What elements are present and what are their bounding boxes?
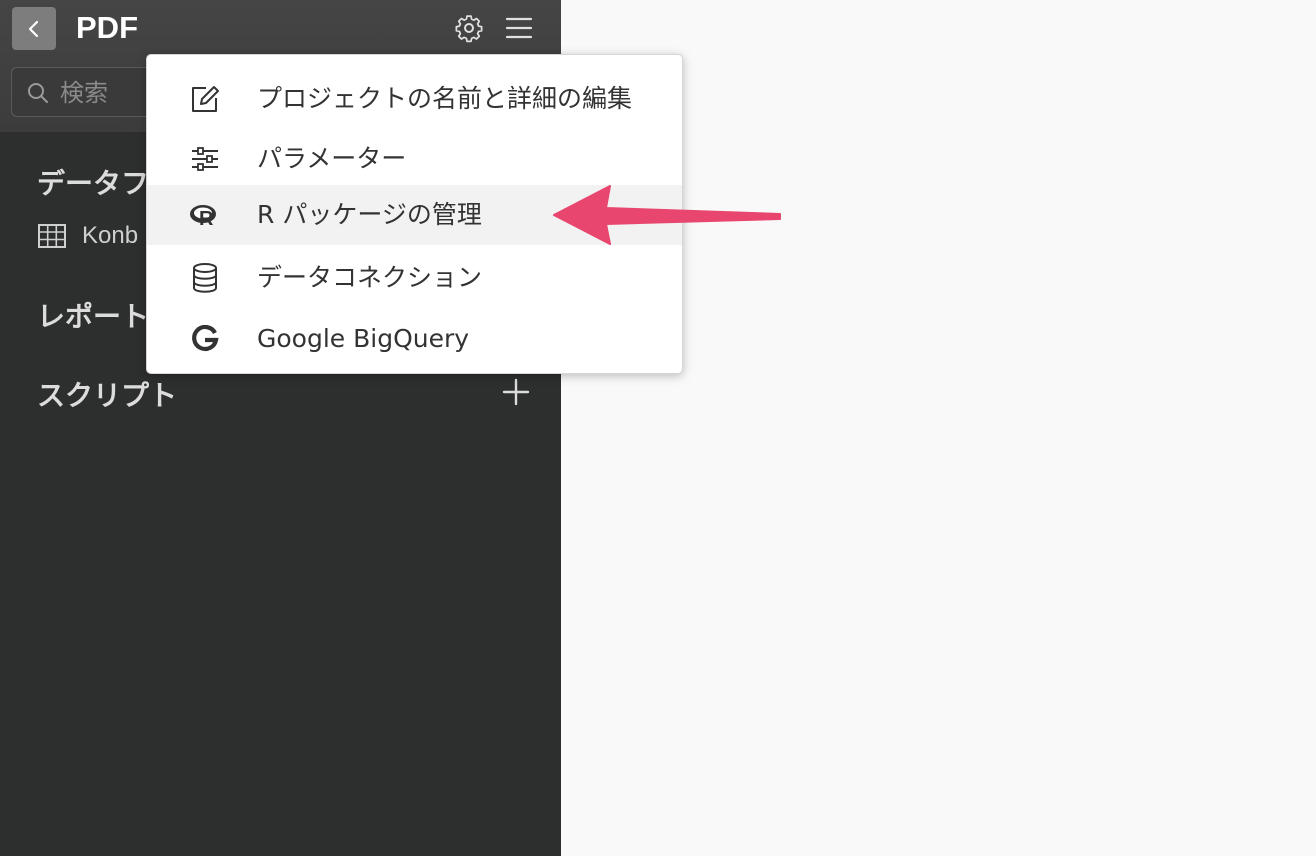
section-scripts[interactable]: スクリプト	[37, 374, 177, 414]
svg-text:R: R	[199, 208, 214, 228]
table-icon	[38, 224, 66, 248]
menu-item-data-connection[interactable]: データコネクション	[147, 248, 682, 308]
menu-item-edit-project[interactable]: プロジェクトの名前と詳細の編集	[147, 69, 682, 129]
menu-item-label: プロジェクトの名前と詳細の編集	[257, 84, 633, 113]
search-icon	[28, 83, 48, 103]
section-dataframes[interactable]: データフ	[37, 162, 149, 202]
gear-icon	[455, 15, 483, 43]
hamburger-icon	[505, 17, 533, 39]
project-title: PDF	[76, 10, 138, 45]
annotation-arrow	[553, 185, 781, 245]
r-logo-icon: R	[189, 199, 221, 231]
section-reports[interactable]: レポート	[37, 295, 149, 335]
menu-item-label: R パッケージの管理	[257, 200, 482, 229]
menu-item-label: データコネクション	[257, 263, 483, 292]
menu-item-label: Google BigQuery	[257, 324, 470, 353]
chevron-left-icon	[28, 20, 39, 37]
menu-button[interactable]	[503, 12, 535, 44]
menu-item-google-bigquery[interactable]: Google BigQuery	[147, 309, 682, 369]
dataframe-item-label: Konb	[82, 222, 139, 249]
dataframe-item[interactable]: Konb	[38, 222, 138, 250]
database-icon	[189, 262, 221, 294]
back-button[interactable]	[12, 7, 56, 50]
edit-icon	[189, 83, 221, 115]
google-icon	[189, 323, 221, 355]
sliders-icon	[189, 143, 221, 175]
plus-icon	[502, 378, 530, 406]
add-script-button[interactable]	[500, 376, 532, 408]
menu-item-label: パラメーター	[257, 144, 407, 173]
settings-button[interactable]	[453, 12, 485, 44]
